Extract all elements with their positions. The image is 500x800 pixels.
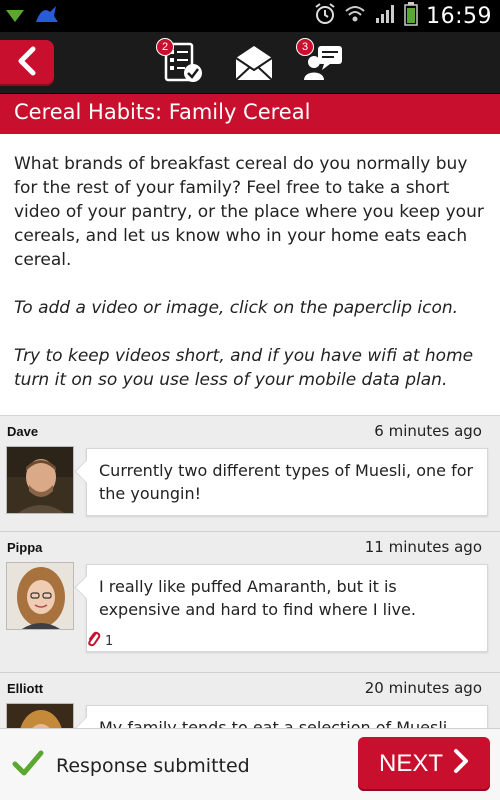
toolbar: 2 3: [0, 32, 500, 94]
submission-status-text: Response submitted: [56, 754, 250, 777]
next-button-label: NEXT: [378, 750, 443, 777]
discussion-badge: 3: [296, 38, 314, 56]
signal-icon: [374, 3, 396, 29]
status-bar: 16:59: [0, 0, 500, 32]
response-item[interactable]: Elliott 20 minutes ago My family tends t…: [0, 673, 500, 728]
attachment-link[interactable]: 1: [86, 630, 113, 652]
tasks-badge: 2: [156, 38, 174, 56]
response-author: Dave: [7, 424, 39, 439]
response-time: 11 minutes ago: [364, 538, 482, 556]
paperclip-icon: [86, 630, 102, 652]
question-hint: Try to keep videos short, and if you hav…: [14, 346, 474, 390]
discussion-button[interactable]: 3: [296, 38, 346, 84]
submission-status: Response submitted: [12, 749, 250, 782]
back-button[interactable]: [0, 40, 54, 86]
checkmark-icon: [12, 749, 44, 782]
avatar[interactable]: [6, 562, 74, 630]
question-hint: To add a video or image, click on the pa…: [14, 298, 459, 318]
chat-user-icon: [302, 46, 346, 88]
response-bubble: I really like puffed Amaranth, but it is…: [86, 564, 488, 652]
avatar[interactable]: [6, 703, 74, 728]
chevron-left-icon: [15, 46, 39, 80]
responses-list[interactable]: Dave 6 minutes ago Currently two differe…: [0, 416, 500, 728]
chevron-right-icon: [453, 748, 469, 781]
response-item[interactable]: Pippa 11 minutes ago I really like puffe…: [0, 532, 500, 673]
response-author: Elliott: [7, 681, 44, 696]
tasks-button[interactable]: 2: [156, 38, 206, 84]
response-author: Pippa: [7, 540, 43, 555]
next-button[interactable]: NEXT: [358, 737, 490, 791]
question-text: What brands of breakfast cereal do you n…: [0, 134, 500, 416]
messages-button[interactable]: [232, 42, 276, 84]
alarm-icon: [314, 2, 336, 30]
battery-icon: [404, 2, 418, 30]
footer-bar: Response submitted NEXT: [0, 728, 500, 800]
response-text: Currently two different types of Muesli,…: [99, 461, 474, 503]
response-text: I really like puffed Amaranth, but it is…: [99, 577, 416, 619]
response-bubble: Currently two different types of Muesli,…: [86, 448, 488, 516]
response-bubble: My family tends to eat a selection of Mu…: [86, 705, 488, 728]
page-title-bar: Cereal Habits: Family Cereal: [0, 94, 500, 134]
response-time: 6 minutes ago: [374, 422, 482, 440]
response-item[interactable]: Dave 6 minutes ago Currently two differe…: [0, 416, 500, 532]
envelope-icon: [232, 46, 276, 88]
page-title: Cereal Habits: Family Cereal: [14, 100, 311, 124]
status-time: 16:59: [426, 3, 492, 29]
avatar[interactable]: [6, 446, 74, 514]
question-paragraph: What brands of breakfast cereal do you n…: [14, 154, 484, 270]
download-icon: [4, 4, 26, 30]
checklist-icon: [162, 42, 206, 88]
attachment-count: 1: [105, 633, 114, 649]
app-icon: [34, 4, 60, 30]
response-time: 20 minutes ago: [364, 679, 482, 697]
response-text: My family tends to eat a selection of Mu…: [99, 718, 448, 728]
wifi-icon: [344, 3, 366, 29]
